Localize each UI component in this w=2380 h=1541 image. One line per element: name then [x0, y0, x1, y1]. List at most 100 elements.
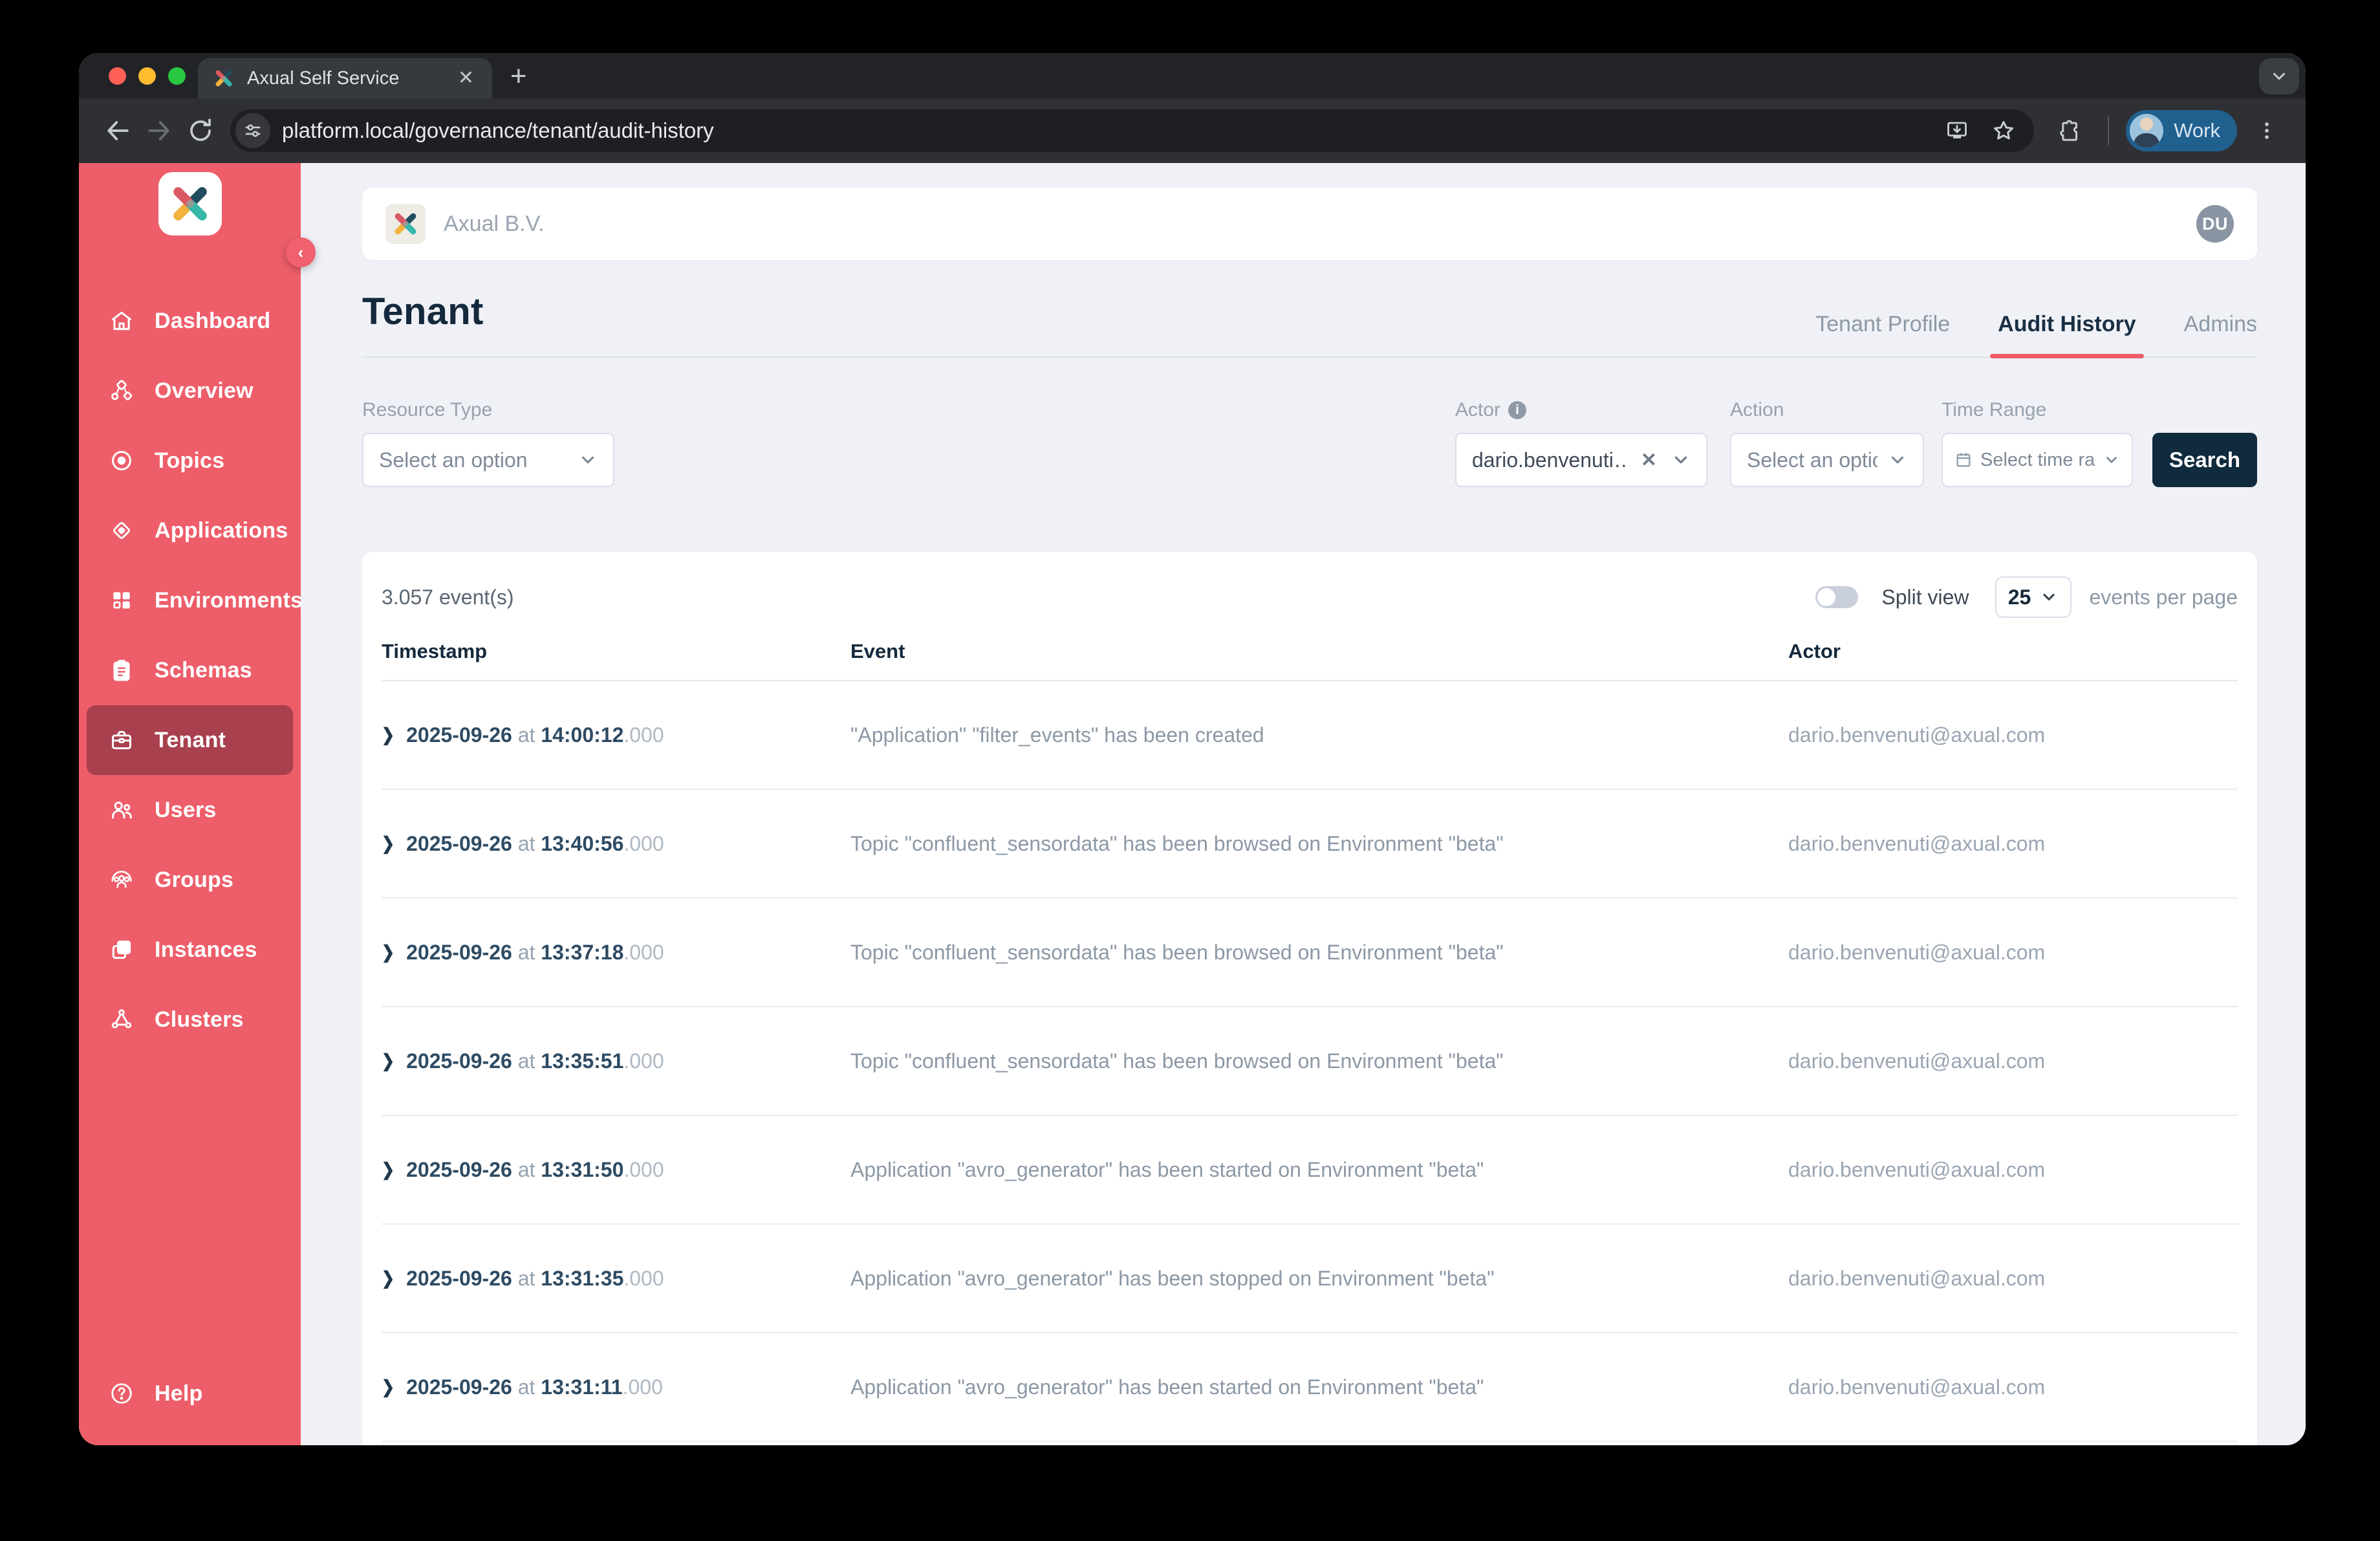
url-text[interactable]: platform.local/governance/tenant/audit-h…: [282, 118, 1928, 143]
event-count: 3.057 event(s): [382, 585, 514, 609]
sidebar-item-label: Topics: [155, 448, 224, 474]
sidebar-item-label: Applications: [155, 518, 288, 543]
filters-bar: Resource Type Select an option Actori da…: [362, 399, 2257, 487]
row-expand-chevron-icon[interactable]: ❯: [382, 1050, 395, 1071]
main-content: Axual B.V. DU Tenant Tenant Profile Audit…: [301, 163, 2306, 1445]
per-page-label: events per page: [2090, 585, 2238, 609]
timestamp-cell: 2025-09-26 at 14:00:12.000: [406, 723, 664, 747]
sidebar-item-applications[interactable]: Applications: [79, 496, 301, 565]
info-icon[interactable]: i: [1508, 401, 1526, 419]
axual-favicon-icon: [213, 68, 234, 89]
time-range-picker[interactable]: Select time range: [1942, 433, 2133, 487]
sidebar-item-instances[interactable]: Instances: [79, 915, 301, 985]
browser-toolbar: platform.local/governance/tenant/audit-h…: [79, 98, 2306, 163]
row-expand-chevron-icon[interactable]: ❯: [382, 1159, 395, 1180]
sidebar-item-overview[interactable]: Overview: [79, 356, 301, 426]
sidebar-item-schemas[interactable]: Schemas: [79, 635, 301, 705]
page-size-select[interactable]: 25: [1995, 576, 2072, 618]
actor-cell: dario.benvenuti@axual.com: [1788, 723, 2238, 747]
maximize-window-button[interactable]: [168, 67, 186, 85]
action-select[interactable]: Select an option: [1730, 433, 1924, 487]
timestamp-cell: 2025-09-26 at 13:35:51.000: [406, 1049, 664, 1073]
clear-actor-icon[interactable]: ✕: [1637, 449, 1661, 472]
sidebar-item-label: Schemas: [155, 658, 252, 683]
minimize-window-button[interactable]: [138, 67, 156, 85]
table-row[interactable]: ❯2025-09-26 at 13:35:51.000Topic "conflu…: [382, 1007, 2238, 1116]
sidebar-item-label: Clusters: [155, 1007, 244, 1033]
tab-tenant-profile[interactable]: Tenant Profile: [1815, 312, 1950, 356]
sidebar-nav: DashboardOverview Topics Applications Envir…: [79, 286, 301, 1055]
split-view-label: Split view: [1881, 585, 1969, 609]
browser-profile-chip[interactable]: Work: [2126, 110, 2237, 151]
browser-menu-kebab-icon[interactable]: [2246, 110, 2288, 151]
sidebar-item-label: Users: [155, 798, 217, 823]
profile-avatar: [2130, 114, 2163, 148]
sidebar-item-dashboard[interactable]: Dashboard: [79, 286, 301, 356]
page-title: Tenant: [362, 290, 484, 333]
row-expand-chevron-icon[interactable]: ❯: [382, 1267, 395, 1289]
timestamp-cell: 2025-09-26 at 13:40:56.000: [406, 832, 664, 856]
chevron-down-icon: [1888, 450, 1907, 470]
app-root: ‹ DashboardOverview Topics Applications Env…: [79, 163, 2306, 1445]
table-row[interactable]: ❯2025-09-26 at 13:37:18.000Topic "conflu…: [382, 899, 2238, 1007]
table-header-row: TimestampEventActor: [382, 618, 2238, 681]
timestamp-cell: 2025-09-26 at 13:31:11.000: [406, 1375, 663, 1399]
tab-admins[interactable]: Admins: [2184, 312, 2257, 356]
row-expand-chevron-icon[interactable]: ❯: [382, 724, 395, 745]
timestamp-cell: 2025-09-26 at 13:31:35.000: [406, 1267, 664, 1291]
extensions-puzzle-icon[interactable]: [2050, 110, 2091, 151]
actor-combobox[interactable]: dario.benvenuti… ✕: [1455, 433, 1707, 487]
sidebar-item-clusters[interactable]: Clusters: [79, 985, 301, 1055]
site-settings-icon[interactable]: [235, 113, 270, 148]
sidebar-item-tenant[interactable]: Tenant: [87, 705, 293, 775]
browser-window: Axual Self Service ✕ + platform.local/go…: [79, 53, 2306, 1445]
applications-icon: [109, 518, 134, 543]
table-controls: 3.057 event(s) Split view 25 events per …: [382, 552, 2238, 618]
tab-search-chevron-button[interactable]: [2259, 58, 2299, 94]
reload-button[interactable]: [180, 110, 221, 151]
resource-type-select[interactable]: Select an option: [362, 433, 614, 487]
close-window-button[interactable]: [109, 67, 126, 85]
bookmark-star-icon[interactable]: [1986, 113, 2021, 148]
actor-label: Actori: [1455, 399, 1707, 421]
overview-icon: [109, 378, 134, 403]
action-label: Action: [1730, 399, 1924, 421]
back-button[interactable]: [97, 110, 138, 151]
install-app-icon[interactable]: [1940, 113, 1974, 148]
address-bar[interactable]: platform.local/governance/tenant/audit-h…: [230, 109, 2034, 152]
user-avatar[interactable]: DU: [2196, 205, 2234, 243]
clusters-icon: [109, 1007, 134, 1032]
sidebar-item-label: Groups: [155, 868, 233, 893]
row-expand-chevron-icon[interactable]: ❯: [382, 833, 395, 854]
browser-tab[interactable]: Axual Self Service ✕: [198, 58, 492, 98]
tab-close-icon[interactable]: ✕: [455, 66, 477, 91]
calendar-icon: [1954, 451, 1973, 469]
sidebar-item-users[interactable]: Users: [79, 775, 301, 845]
profile-label: Work: [2174, 119, 2220, 142]
sidebar-item-topics[interactable]: Topics: [79, 426, 301, 496]
forward-button[interactable]: [138, 110, 180, 151]
sidebar-collapse-button[interactable]: ‹: [286, 237, 316, 267]
actor-cell: dario.benvenuti@axual.com: [1788, 941, 2238, 965]
actor-cell: dario.benvenuti@axual.com: [1788, 1158, 2238, 1182]
table-row[interactable]: ❯2025-09-26 at 14:00:12.000"Application"…: [382, 681, 2238, 790]
table-row[interactable]: ❯2025-09-26 at 13:31:50.000Application "…: [382, 1116, 2238, 1225]
sidebar-item-label: Tenant: [155, 728, 226, 753]
sidebar: ‹ DashboardOverviewTopicsApplicationsEnv…: [79, 163, 301, 1445]
new-tab-button[interactable]: +: [510, 62, 527, 91]
split-view-toggle[interactable]: [1815, 586, 1858, 608]
tab-audit-history[interactable]: Audit History: [1998, 312, 2136, 356]
column-header-event: Event: [850, 640, 1788, 663]
axual-logo[interactable]: [158, 172, 222, 235]
row-expand-chevron-icon[interactable]: ❯: [382, 1376, 395, 1397]
event-cell: Application "avro_generator" has been st…: [850, 1158, 1788, 1182]
search-button[interactable]: Search: [2152, 433, 2257, 487]
sidebar-item-groups[interactable]: Groups: [79, 845, 301, 915]
table-row[interactable]: ❯2025-09-26 at 13:31:11.000Application "…: [382, 1333, 2238, 1442]
org-name: Axual B.V.: [444, 212, 545, 237]
sidebar-item-environments[interactable]: Environments: [79, 565, 301, 635]
table-row[interactable]: ❯2025-09-26 at 13:40:56.000Topic "conflu…: [382, 790, 2238, 899]
row-expand-chevron-icon[interactable]: ❯: [382, 941, 395, 963]
table-row[interactable]: ❯2025-09-26 at 13:31:35.000Application "…: [382, 1225, 2238, 1333]
sidebar-item-help[interactable]: Help: [79, 1359, 301, 1428]
